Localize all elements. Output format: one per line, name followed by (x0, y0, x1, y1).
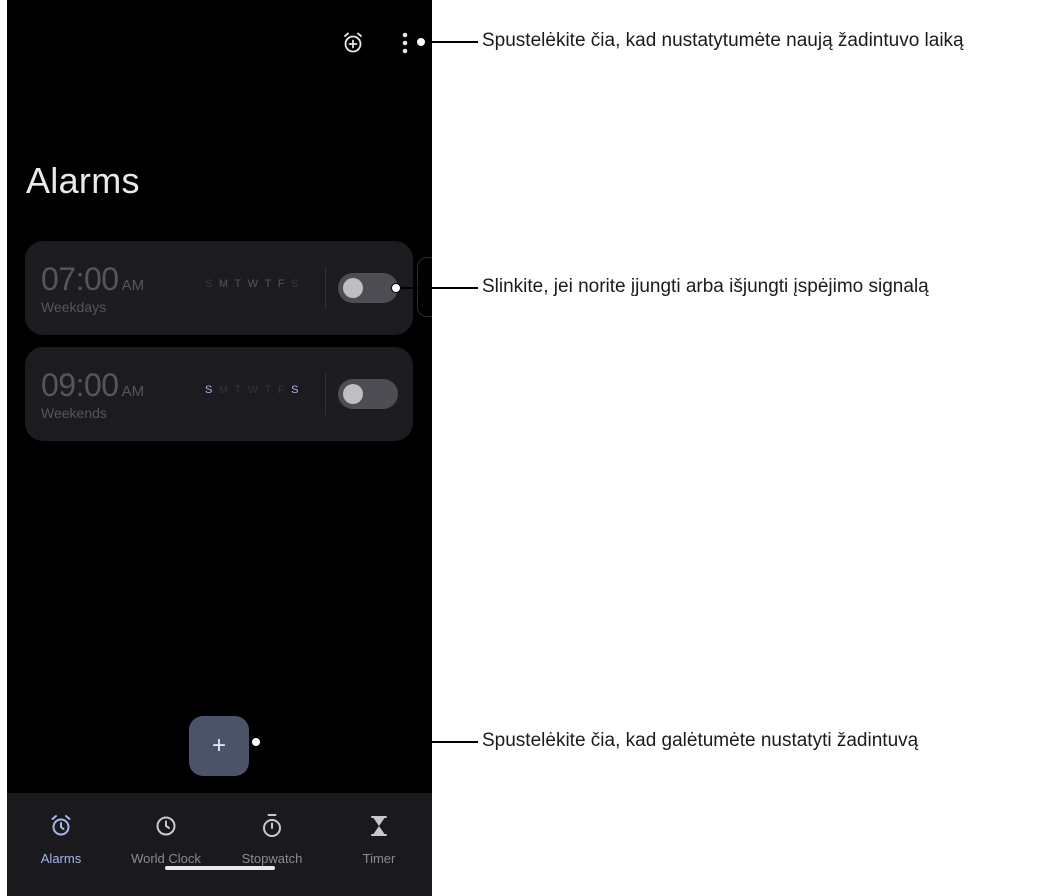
add-alarm-button[interactable]: + (189, 716, 249, 776)
alarm-toggle-0700[interactable] (338, 273, 398, 303)
nav-label: Timer (362, 851, 396, 866)
callout-dot-add-alarm (416, 37, 426, 47)
nav-world-clock[interactable]: World Clock (116, 813, 216, 866)
callout-line-toggle (401, 287, 478, 289)
day-saturday: S (291, 384, 299, 396)
alarm-days: S M T W T F S (205, 384, 299, 396)
day-wednesday: W (247, 278, 259, 290)
nav-alarms[interactable]: Alarms (11, 813, 111, 866)
day-tuesday: T (234, 278, 242, 290)
day-monday: M (218, 278, 229, 290)
alarm-repeat-label: Weekends (41, 405, 107, 421)
hourglass-icon (329, 813, 429, 839)
callout-line-fab (261, 741, 478, 743)
callout-line-add-alarm (426, 41, 478, 43)
divider (325, 373, 326, 415)
toggle-knob (343, 384, 363, 404)
alarm-repeat-label: Weekdays (41, 299, 107, 315)
toggle-knob (343, 278, 363, 298)
alarm-time-value: 09:00 (41, 367, 119, 403)
alarm-time-value: 07:00 (41, 261, 119, 297)
alarm-ampm: AM (121, 383, 145, 400)
home-indicator (165, 866, 275, 870)
callout-toggle-alarm: Slinkite, jei norite įjungti arba išjung… (482, 276, 929, 297)
callout-add-alarm-time: Spustelėkite čia, kad nustatytumėte nauj… (482, 30, 964, 51)
day-tuesday: T (234, 384, 242, 396)
nav-stopwatch[interactable]: Stopwatch (222, 813, 322, 866)
clock-app-screen: Alarms 07:00 AM Weekdays S M T W T F S 09… (7, 0, 432, 896)
alarm-card-0900[interactable]: 09:00 AM Weekends S M T W T F S (25, 347, 413, 441)
day-thursday: T (264, 278, 272, 290)
alarm-toggle-0900[interactable] (338, 379, 398, 409)
day-friday: F (277, 278, 286, 290)
more-vertical-icon[interactable] (392, 30, 418, 56)
nav-label: Alarms (40, 851, 82, 866)
callout-dot-toggle (391, 283, 401, 293)
alarm-card-0700[interactable]: 07:00 AM Weekdays S M T W T F S (25, 241, 413, 335)
day-saturday: S (291, 278, 299, 290)
alarm-time: 07:00 AM (41, 261, 144, 298)
page-title: Alarms (26, 160, 140, 201)
alarm-add-icon[interactable] (340, 30, 366, 56)
alarm-days: S M T W T F S (205, 278, 299, 290)
day-thursday: T (264, 384, 272, 396)
alarm-clock-icon (11, 813, 111, 839)
day-sunday: S (205, 384, 213, 396)
callout-set-alarm: Spustelėkite čia, kad galėtumėte nustaty… (482, 730, 919, 751)
nav-timer[interactable]: Timer (329, 813, 429, 866)
stopwatch-icon (222, 813, 322, 839)
divider (325, 267, 326, 309)
day-monday: M (218, 384, 229, 396)
day-sunday: S (205, 278, 213, 290)
alarm-time: 09:00 AM (41, 367, 144, 404)
callout-dot-fab (251, 737, 261, 747)
clock-icon (116, 813, 216, 839)
alarm-ampm: AM (121, 277, 145, 294)
nav-label: World Clock (131, 851, 201, 866)
day-friday: F (277, 384, 286, 396)
bottom-nav: Alarms World Clock Stopwatch Timer (7, 793, 432, 896)
day-wednesday: W (247, 384, 259, 396)
nav-label: Stopwatch (241, 851, 303, 866)
